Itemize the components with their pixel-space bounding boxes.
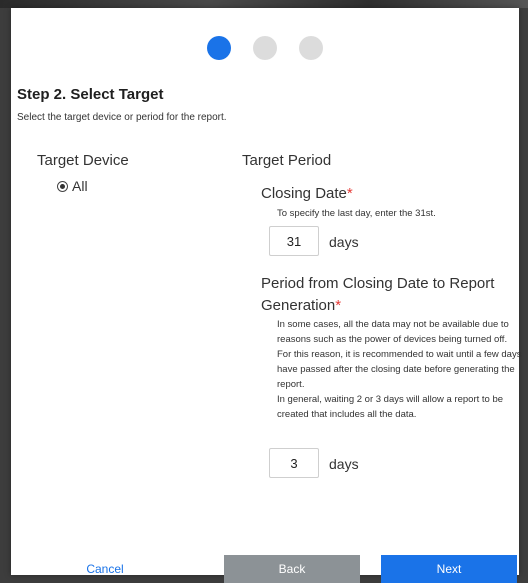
device-all-radio[interactable]: All — [57, 178, 88, 194]
closing-date-label: Closing Date* — [261, 185, 353, 202]
radio-selected-icon[interactable] — [57, 180, 68, 192]
next-button[interactable]: Next — [381, 555, 517, 583]
device-all-label: All — [72, 178, 88, 194]
period-to-generation-label: Period from Closing Date to Report Gener… — [261, 275, 495, 314]
cancel-button[interactable]: Cancel — [45, 555, 165, 583]
step-1-dot — [207, 36, 231, 60]
required-mark: * — [335, 297, 342, 314]
help-paragraph: For this reason, it is recommended to wa… — [277, 349, 522, 390]
closing-date-hint: To specify the last day, enter the 31st. — [277, 208, 436, 219]
page-title: Step 2. Select Target — [17, 86, 164, 103]
report-wizard-dialog: Step 2. Select Target Select the target … — [11, 8, 521, 583]
period-help-text: In some cases, all the data may not be a… — [277, 317, 528, 422]
background-window — [0, 0, 528, 8]
closing-date-input[interactable] — [269, 226, 319, 256]
closing-date-unit: days — [329, 234, 359, 250]
page-subtitle: Select the target device or period for t… — [17, 112, 227, 123]
back-button[interactable]: Back — [224, 555, 360, 583]
step-2-dot — [253, 36, 277, 60]
help-paragraph: In general, waiting 2 or 3 days will all… — [277, 394, 504, 420]
period-days-input[interactable] — [269, 448, 319, 478]
required-mark: * — [346, 185, 353, 202]
step-3-dot — [299, 36, 323, 60]
period-days-unit: days — [329, 456, 359, 472]
target-period-heading: Target Period — [242, 152, 332, 169]
target-device-heading: Target Device — [37, 152, 129, 169]
step-indicator — [11, 36, 519, 60]
help-paragraph: In some cases, all the data may not be a… — [277, 319, 509, 345]
